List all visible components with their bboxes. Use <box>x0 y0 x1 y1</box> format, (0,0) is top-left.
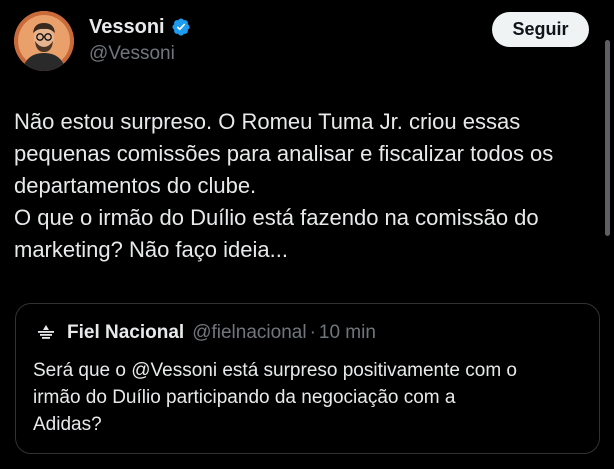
tweet-card: Vessoni @Vessoni Seguir Não estou surpre… <box>0 0 614 469</box>
quoted-separator: · <box>309 322 316 343</box>
tweet-text-line: Não estou surpreso. O Romeu Tuma Jr. cri… <box>14 109 521 134</box>
quoted-tweet-body: Será que o @Vessoni está surpreso positi… <box>33 357 593 438</box>
scrollbar[interactable] <box>605 40 610 236</box>
quoted-tweet[interactable]: Fiel Nacional @fielnacional · 10 min Ser… <box>15 303 600 454</box>
quoted-text-line: Será que o @Vessoni está surpreso positi… <box>33 360 517 381</box>
author-display-name[interactable]: Vessoni <box>89 15 165 39</box>
follow-button[interactable]: Seguir <box>492 12 589 47</box>
avatar-portrait-icon <box>14 11 74 71</box>
quoted-display-name[interactable]: Fiel Nacional <box>67 322 184 344</box>
author-avatar[interactable] <box>14 11 74 71</box>
author-name-row: Vessoni <box>89 15 191 39</box>
tweet-text-line: pequenas comissões para analisar e fisca… <box>14 141 554 166</box>
tweet-text-line: marketing? Não faço ideia... <box>14 237 288 262</box>
verified-badge-icon <box>171 17 191 37</box>
quoted-text-line: Adidas? <box>33 414 102 435</box>
author-handle[interactable]: @Vessoni <box>89 42 175 66</box>
tweet-text-line: O que o irmão do Duílio está fazendo na … <box>14 205 539 230</box>
tweet-body: Não estou surpreso. O Romeu Tuma Jr. cri… <box>14 106 604 266</box>
tweet-text-line: departamentos do clube. <box>14 173 257 198</box>
quoted-tweet-header: Fiel Nacional @fielnacional · 10 min <box>35 322 376 344</box>
quoted-timestamp[interactable]: 10 min <box>319 322 376 344</box>
quoted-text-line: irmão do Duílio participando da negociaç… <box>33 387 456 408</box>
quoted-handle[interactable]: @fielnacional <box>192 322 306 344</box>
fiel-nacional-logo-icon <box>35 322 57 344</box>
